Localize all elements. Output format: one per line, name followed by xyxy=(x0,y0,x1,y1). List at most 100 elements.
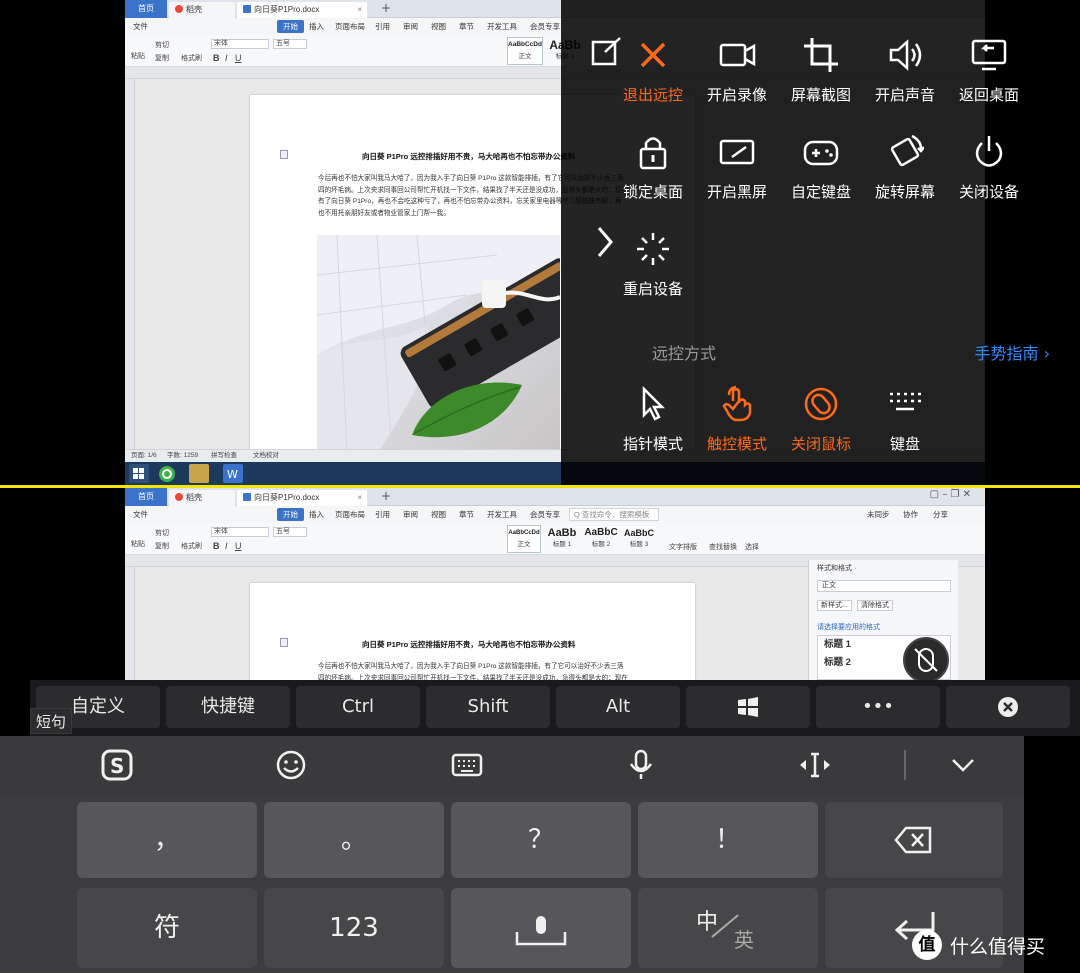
format-painter-button[interactable]: 格式刷 xyxy=(181,53,202,63)
sync-status[interactable]: 未同步 xyxy=(867,506,890,523)
close-shortcut-bar-button[interactable] xyxy=(946,686,1070,728)
keyboard-layout-icon[interactable] xyxy=(450,748,484,782)
command-search-input[interactable]: Q 查找命令、搜索模板 xyxy=(569,508,659,521)
menu-devtools[interactable]: 开发工具 xyxy=(487,18,517,35)
microphone-icon[interactable] xyxy=(624,748,658,782)
status-proof[interactable]: 文档校对 xyxy=(253,450,279,462)
file-explorer-icon[interactable] xyxy=(189,464,209,483)
comma-key[interactable]: ， xyxy=(77,802,257,878)
ctrl-key-button[interactable]: Ctrl xyxy=(296,686,420,728)
tab-close-icon[interactable]: × xyxy=(357,490,362,506)
copy-button[interactable]: 复制 xyxy=(155,53,169,63)
menu-gamepad-button[interactable]: 自定键盘 xyxy=(779,133,863,202)
status-spell[interactable]: 拼写检查 xyxy=(211,450,237,462)
menu-insert[interactable]: 插入 xyxy=(309,18,324,35)
current-style-select[interactable]: 正文 xyxy=(817,580,951,592)
style-normal[interactable]: AaBbCcDd 正文 xyxy=(507,37,543,65)
phrase-tag[interactable]: 短句 xyxy=(30,708,72,734)
gesture-guide-link[interactable]: 手势指南 › xyxy=(974,340,1050,364)
menu-black-screen-button[interactable]: 开启黑屏 xyxy=(695,133,779,202)
cut-button-bottom[interactable]: 剪切 xyxy=(155,528,169,538)
menu-file[interactable]: 文件 xyxy=(133,18,148,35)
menu-layout-bottom[interactable]: 页面布局 xyxy=(335,506,365,523)
language-switch-key[interactable]: 中 英 xyxy=(638,888,818,968)
underline-button[interactable]: U xyxy=(235,53,242,63)
menu-start-bottom[interactable]: 开始 xyxy=(277,508,304,521)
menu-start[interactable]: 开始 xyxy=(277,20,304,33)
floating-mouse-button[interactable] xyxy=(903,637,949,683)
bold-button-bottom[interactable]: B xyxy=(213,541,220,551)
tab-document[interactable]: 向日葵P1Pro.docx × xyxy=(237,2,367,18)
menu-insert-bottom[interactable]: 插入 xyxy=(309,506,324,523)
tab-daoke[interactable]: 稻壳 xyxy=(169,2,235,18)
font-size-select-bottom[interactable]: 五号 xyxy=(273,527,307,537)
tab-home[interactable]: 首页 xyxy=(125,0,167,18)
new-style-button[interactable]: 新样式... xyxy=(817,600,852,611)
menu-chapter[interactable]: 章节 xyxy=(459,18,474,35)
emoji-icon[interactable] xyxy=(274,748,308,782)
menu-chapter-bottom[interactable]: 章节 xyxy=(459,506,474,523)
menu-restart-button[interactable]: 重启设备 xyxy=(611,230,695,299)
menu-volume-button[interactable]: 开启声音 xyxy=(863,36,947,105)
collab-button[interactable]: 协作 xyxy=(903,506,918,523)
style-heading1-bottom[interactable]: AaBb 标题 1 xyxy=(543,525,581,553)
style-heading3-bottom[interactable]: AaBbC 标题 3 xyxy=(621,525,657,553)
menu-view-bottom[interactable]: 视图 xyxy=(431,506,446,523)
sogou-logo-icon[interactable]: S xyxy=(100,748,134,782)
menu-rotate-button[interactable]: 旋转屏幕 xyxy=(863,133,947,202)
backspace-key[interactable] xyxy=(825,802,1003,878)
windows-key-button[interactable] xyxy=(686,686,810,728)
find-replace-button[interactable]: 查找替换 xyxy=(709,542,737,552)
cut-button[interactable]: 剪切 xyxy=(155,40,169,50)
mode-mouse-off-button[interactable]: 关闭鼠标 xyxy=(779,385,863,454)
paste-label[interactable]: 粘贴 xyxy=(131,51,145,61)
menu-view[interactable]: 视图 xyxy=(431,18,446,35)
period-key[interactable]: 。 xyxy=(264,802,444,878)
wps-taskbar-icon[interactable]: W xyxy=(223,464,243,483)
menu-video-record-button[interactable]: 开启录像 xyxy=(695,36,779,105)
new-tab-button[interactable]: + xyxy=(381,1,391,15)
menu-devtools-bottom[interactable]: 开发工具 xyxy=(487,506,517,523)
font-size-select[interactable]: 五号 xyxy=(273,39,307,49)
font-name-select-bottom[interactable]: 宋体 xyxy=(211,527,269,537)
bold-button[interactable]: B xyxy=(213,53,220,63)
mode-pointer-button[interactable]: 指针模式 xyxy=(611,385,695,454)
format-painter-button-bottom[interactable]: 格式刷 xyxy=(181,541,202,551)
font-name-select[interactable]: 宋体 xyxy=(211,39,269,49)
mode-touch-button[interactable]: 触控模式 xyxy=(695,385,779,454)
menu-layout[interactable]: 页面布局 xyxy=(335,18,365,35)
document-photo[interactable] xyxy=(317,235,560,455)
menu-crop-button[interactable]: 屏幕截图 xyxy=(779,36,863,105)
menu-member-bottom[interactable]: 会员专享 xyxy=(530,506,560,523)
mode-keyboard-button[interactable]: 键盘 xyxy=(863,385,947,454)
clear-format-button[interactable]: 清除格式 xyxy=(857,600,893,611)
shift-key-button[interactable]: Shift xyxy=(426,686,550,728)
hide-keyboard-icon[interactable] xyxy=(946,748,980,782)
space-key[interactable] xyxy=(451,888,631,968)
alt-key-button[interactable]: Alt xyxy=(556,686,680,728)
select-button[interactable]: 选择 xyxy=(745,542,759,552)
more-keys-button[interactable]: ••• xyxy=(816,686,940,728)
menu-file-bottom[interactable]: 文件 xyxy=(133,506,148,523)
menu-review-bottom[interactable]: 审阅 xyxy=(403,506,418,523)
tab-document-bottom[interactable]: 向日葵P1Pro.docx × xyxy=(237,490,367,506)
cursor-move-icon[interactable] xyxy=(798,748,832,782)
tab-home-bottom[interactable]: 首页 xyxy=(125,488,167,506)
question-key[interactable]: ？ xyxy=(451,802,631,878)
share-button[interactable]: 分享 xyxy=(933,506,948,523)
numbers-key[interactable]: 123 xyxy=(264,888,444,968)
style-normal-bottom[interactable]: AaBbCcDd 正文 xyxy=(507,525,541,553)
new-tab-button-bottom[interactable]: + xyxy=(381,489,391,503)
tab-close-icon[interactable]: × xyxy=(357,2,362,18)
sunflower-app-icon[interactable] xyxy=(157,464,177,483)
document-page-bottom[interactable]: 向日葵 P1Pro 远控排插好用不贵，马大哈再也不怕忘带办公资料 今后再也不怕大… xyxy=(250,583,695,680)
menu-desktop-button[interactable]: 返回桌面 xyxy=(947,36,1031,105)
symbols-key[interactable]: 符 xyxy=(77,888,257,968)
italic-button[interactable]: I xyxy=(225,53,228,63)
window-controls-icon[interactable]: ▢ – ❐ ✕ xyxy=(930,489,971,500)
menu-lock-button[interactable]: 锁定桌面 xyxy=(611,133,695,202)
windows-start-icon[interactable] xyxy=(129,464,149,483)
underline-button-bottom[interactable]: U xyxy=(235,541,242,551)
exclamation-key[interactable]: ！ xyxy=(638,802,818,878)
copy-button-bottom[interactable]: 复制 xyxy=(155,541,169,551)
